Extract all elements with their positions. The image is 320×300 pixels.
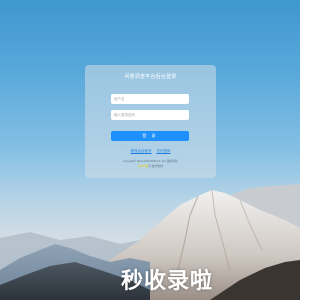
change-account-link[interactable]: 修改后台帐号 bbox=[131, 149, 152, 153]
password-input[interactable] bbox=[111, 110, 189, 120]
login-button[interactable]: 登 录 bbox=[111, 131, 189, 141]
site-watermark: 秒收录啦 bbox=[121, 269, 214, 294]
login-title: 问卷调查平台后台登录 bbox=[124, 74, 177, 80]
login-panel: 问卷调查平台后台登录 登 录 修改后台帐号 忘记密码 Copyright© Ta… bbox=[85, 65, 216, 178]
account-links: 修改后台帐号 忘记密码 bbox=[85, 149, 216, 154]
icp-link[interactable]: 沪ICP备 bbox=[138, 164, 148, 168]
footer-note-text: 号-技术支持 bbox=[148, 164, 164, 168]
username-input[interactable] bbox=[111, 94, 189, 104]
footer-note: 沪ICP备号-技术支持 bbox=[85, 164, 216, 168]
forgot-password-link[interactable]: 忘记密码 bbox=[156, 149, 170, 153]
copyright-text: Copyright© Taxin 2016-2018 (Int. Ltd. 版权… bbox=[122, 160, 179, 163]
